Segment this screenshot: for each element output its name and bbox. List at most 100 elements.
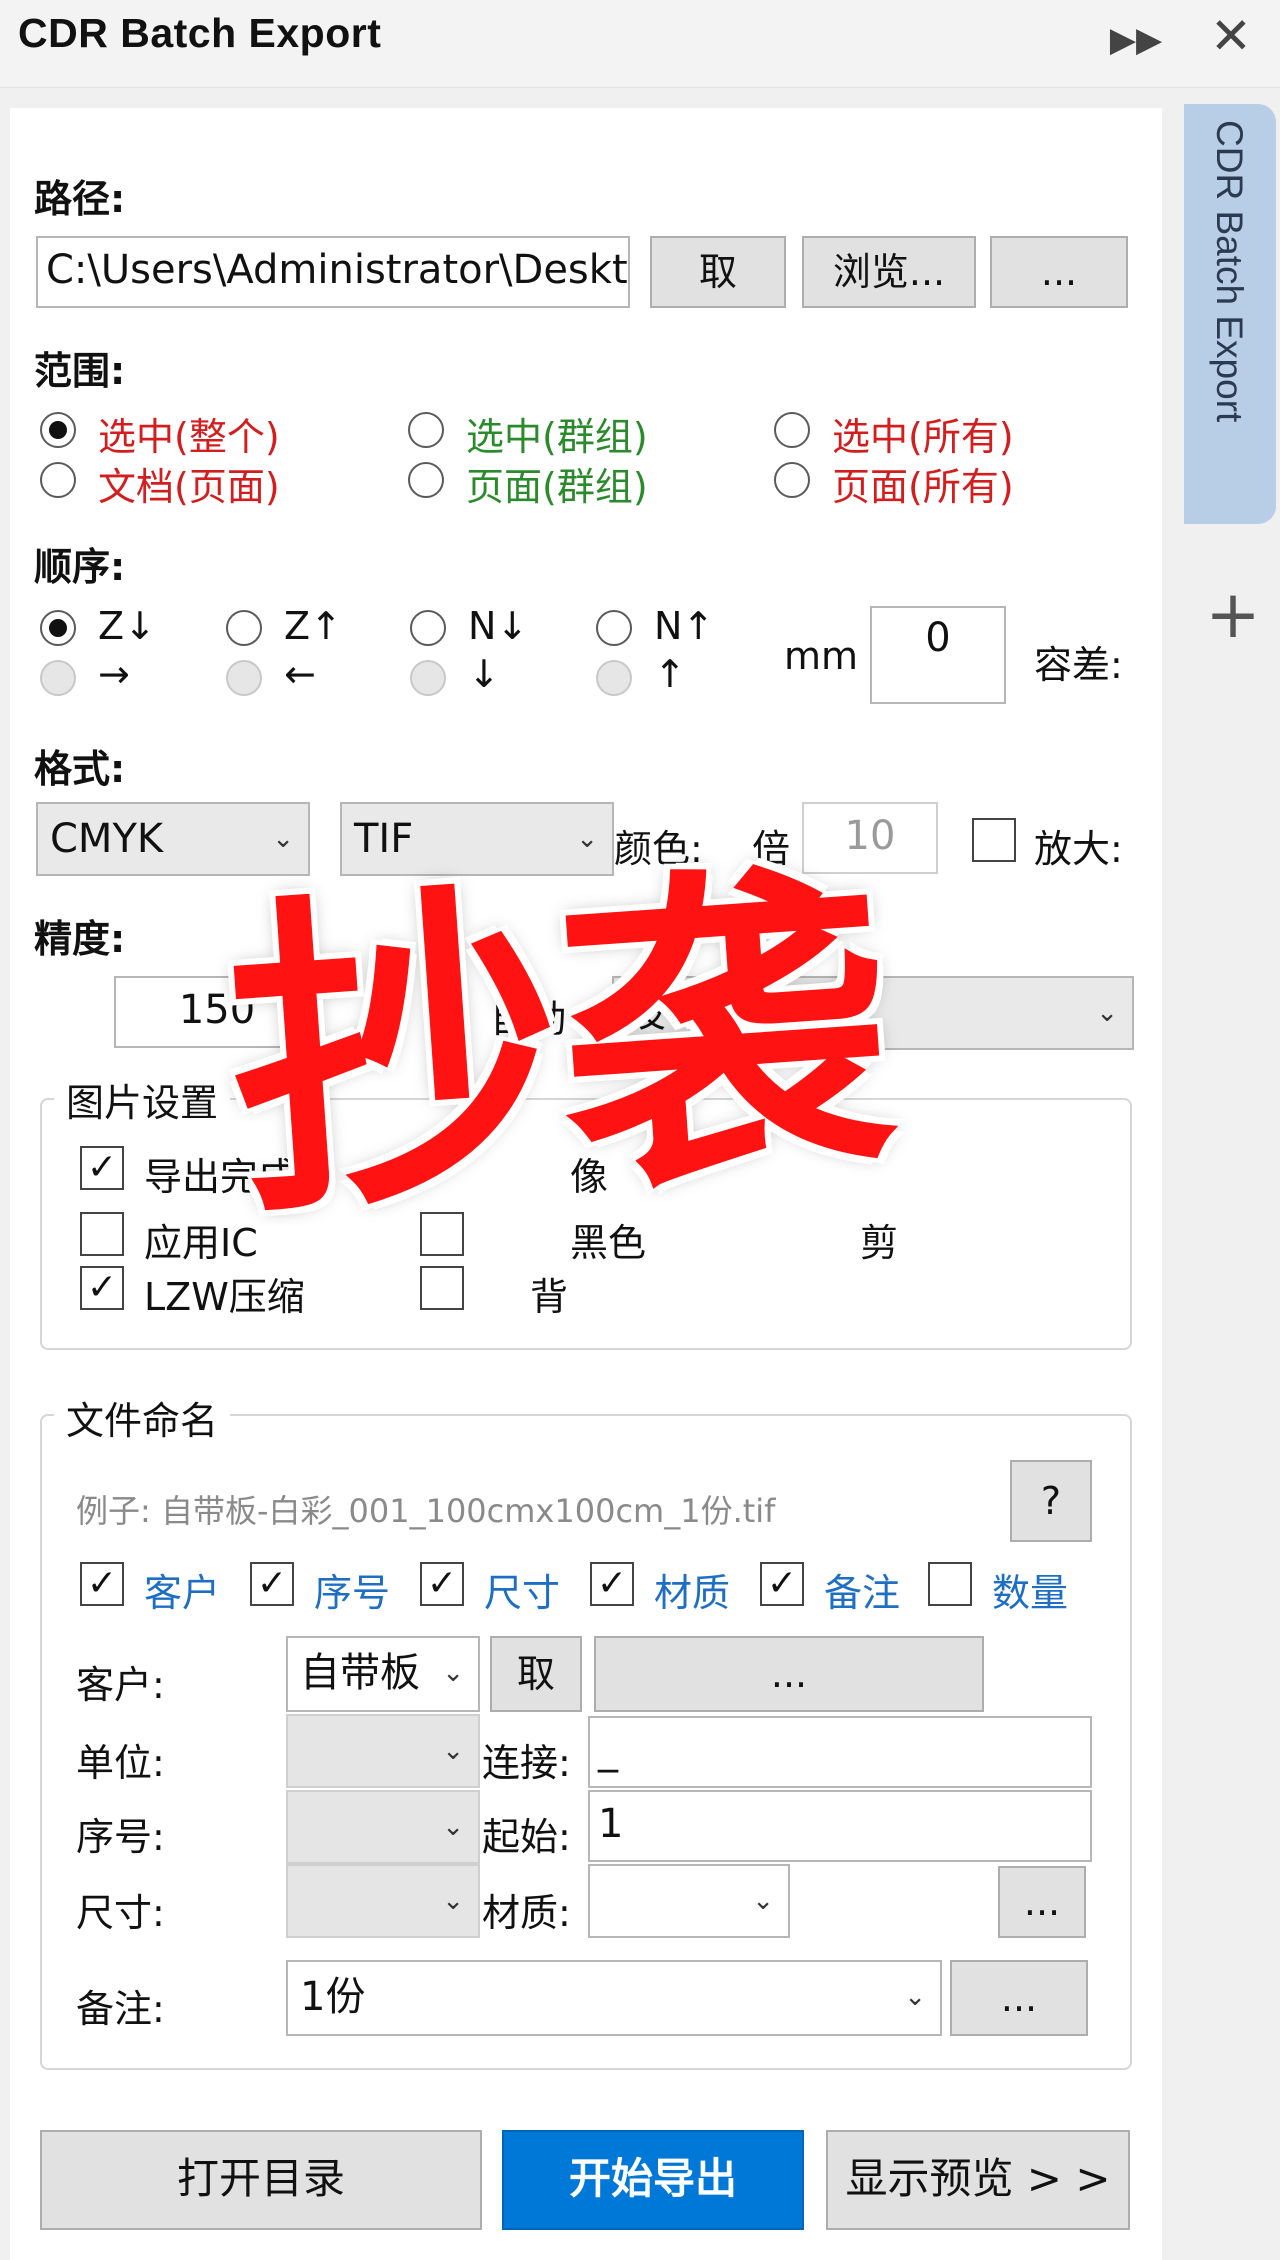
chevron-down-icon: ⌄ [272, 824, 294, 854]
lzw-compress-checkbox[interactable]: ✓ [80, 1266, 124, 1310]
size-label: 尺寸: [76, 1891, 165, 1935]
color-mode-select[interactable]: CMYK ⌄ [36, 802, 310, 876]
add-icon[interactable]: + [1198, 580, 1268, 650]
field-size-checkbox[interactable]: ✓ [420, 1562, 464, 1606]
field-seq-label: 序号 [314, 1571, 391, 1615]
order-up-radio[interactable] [596, 660, 632, 696]
naming-example: 例子: 自带板-白彩_001_100cmx100cm_1份.tif [76, 1492, 776, 1530]
range-document-page-radio[interactable] [40, 462, 76, 498]
lzw-compress-label: LZW压缩 [144, 1275, 305, 1319]
customer-label: 客户: [76, 1663, 165, 1707]
chevron-down-icon: ⌄ [442, 1886, 464, 1916]
tolerance-unit: mm [784, 634, 859, 678]
note-label: 备注: [76, 1987, 165, 2031]
chevron-down-icon: ⌄ [438, 1638, 464, 1708]
order-left-label: ← [284, 652, 316, 696]
seq-label: 序号: [76, 1815, 165, 1859]
path-input[interactable]: C:\Users\Administrator\Desktop [36, 236, 630, 308]
field-material-checkbox[interactable]: ✓ [590, 1562, 634, 1606]
order-label: 顺序: [34, 545, 126, 589]
note-more-button[interactable]: ... [950, 1960, 1088, 2036]
size-select[interactable]: ⌄ [286, 1864, 480, 1938]
range-selected-whole-label: 选中(整个) [98, 415, 280, 459]
field-customer-checkbox[interactable]: ✓ [80, 1562, 124, 1606]
customer-more-button[interactable]: ... [594, 1636, 984, 1712]
range-selected-group-label: 选中(群组) [466, 415, 648, 459]
tolerance-input[interactable]: 0 [870, 606, 1006, 704]
range-selected-group-radio[interactable] [408, 412, 444, 448]
material-label: 材质: [482, 1891, 571, 1935]
order-z-down-label: Z↓ [98, 604, 156, 648]
range-document-page-label: 文档(页面) [98, 465, 280, 509]
enlarge-label: 放大: [1034, 827, 1123, 871]
order-z-up-radio[interactable] [226, 610, 262, 646]
side-tab-label: CDR Batch Export [1209, 120, 1250, 423]
range-page-all-radio[interactable] [774, 462, 810, 498]
order-n-up-label: N↑ [654, 604, 715, 648]
range-selected-all-label: 选中(所有) [832, 415, 1014, 459]
file-type-value: TIF [354, 816, 414, 862]
field-material-label: 材质 [654, 1571, 731, 1615]
unit-label: 单位: [76, 1741, 165, 1785]
order-left-radio[interactable] [226, 660, 262, 696]
get-customer-button[interactable]: 取 [490, 1636, 582, 1712]
close-icon[interactable]: ✕ [1198, 6, 1264, 72]
background-checkbox[interactable] [420, 1266, 464, 1310]
path-more-button[interactable]: ... [990, 236, 1128, 308]
customer-select-value: 自带板 [300, 1650, 420, 1696]
field-size-label: 尺寸 [484, 1571, 561, 1615]
chevron-down-icon: ⌄ [752, 1886, 774, 1916]
range-selected-whole-radio[interactable] [40, 412, 76, 448]
order-z-down-radio[interactable] [40, 610, 76, 646]
order-n-down-label: N↓ [468, 604, 529, 648]
order-right-radio[interactable] [40, 660, 76, 696]
image-settings-legend: 图片设置 [54, 1072, 231, 1127]
tolerance-label: 容差: [1034, 643, 1123, 687]
order-right-label: → [98, 652, 130, 696]
browse-button[interactable]: 浏览... [802, 236, 976, 308]
order-n-up-radio[interactable] [596, 610, 632, 646]
connect-label: 连接: [482, 1741, 571, 1785]
chevron-down-icon: ⌄ [1096, 998, 1118, 1028]
field-quantity-checkbox[interactable] [928, 1562, 972, 1606]
order-n-down-radio[interactable] [410, 610, 446, 646]
range-label: 范围: [34, 349, 126, 393]
field-note-checkbox[interactable]: ✓ [760, 1562, 804, 1606]
material-more-button[interactable]: ... [998, 1866, 1086, 1938]
unit-select[interactable]: ⌄ [286, 1714, 480, 1788]
window-title: CDR Batch Export [18, 10, 382, 56]
order-down-radio[interactable] [410, 660, 446, 696]
side-tab-cdr-batch-export[interactable]: CDR Batch Export [1184, 104, 1276, 524]
note-select-value: 1份 [300, 1974, 366, 2020]
crop-label: 剪 [860, 1221, 899, 1265]
open-directory-button[interactable]: 打开目录 [40, 2130, 482, 2230]
watermark-text: 抄袭 [217, 830, 903, 1260]
order-up-label: ↑ [654, 652, 686, 696]
field-quantity-label: 数量 [992, 1571, 1069, 1615]
enlarge-checkbox[interactable] [972, 818, 1016, 862]
material-select[interactable]: ⌄ [588, 1864, 790, 1938]
start-export-button[interactable]: 开始导出 [502, 2130, 804, 2230]
seq-select[interactable]: ⌄ [286, 1790, 480, 1864]
order-z-up-label: Z↑ [284, 604, 342, 648]
order-down-label: ↓ [468, 652, 500, 696]
customer-select[interactable]: 自带板 ⌄ [286, 1636, 480, 1712]
range-selected-all-radio[interactable] [774, 412, 810, 448]
start-input[interactable]: 1 [588, 1790, 1092, 1862]
note-select[interactable]: 1份 ⌄ [286, 1960, 942, 2036]
precision-label: 精度: [34, 917, 126, 961]
background-label: 背 [530, 1275, 569, 1319]
chevron-down-icon: ⌄ [442, 1812, 464, 1842]
get-path-button[interactable]: 取 [650, 236, 786, 308]
help-button[interactable]: ? [1010, 1460, 1092, 1542]
apply-icc-checkbox[interactable] [80, 1212, 124, 1256]
range-page-group-radio[interactable] [408, 462, 444, 498]
color-mode-value: CMYK [50, 816, 164, 862]
export-complete-checkbox[interactable]: ✓ [80, 1146, 124, 1190]
show-preview-button[interactable]: 显示预览 > > [826, 2130, 1130, 2230]
field-seq-checkbox[interactable]: ✓ [250, 1562, 294, 1606]
file-naming-legend: 文件命名 [54, 1390, 231, 1445]
fast-forward-icon[interactable]: ▶▶ [1106, 10, 1166, 70]
connect-input[interactable]: _ [588, 1716, 1092, 1788]
chevron-down-icon: ⌄ [904, 1982, 926, 2012]
